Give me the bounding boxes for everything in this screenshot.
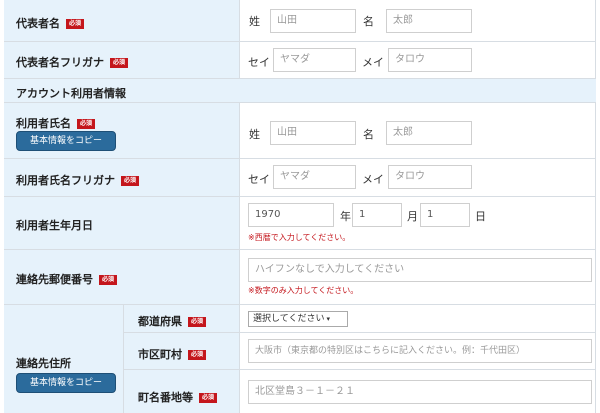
user-kana-mei-input[interactable]: タロウ [388, 165, 472, 189]
year-suffix: 年 [340, 210, 351, 223]
user-birthdate-row: 利用者生年月日 1970 年 1 月 1 日 ※西暦で入力してください。 [4, 197, 596, 250]
birthdate-label: 利用者生年月日 [16, 219, 93, 232]
birth-month-input[interactable]: 1 [352, 203, 402, 227]
representative-kana-row: 代表者名フリガナ 必須 セイ ヤマダ メイ タロウ [4, 42, 596, 79]
required-badge: 必須 [110, 58, 129, 68]
representative-kana-sei-input[interactable]: ヤマダ [273, 48, 356, 72]
sei-label: 姓 [249, 128, 260, 141]
city-row: 市区町村 必須 大阪市（東京都の特別区はこちらに記入ください。例：千代田区） [124, 333, 596, 370]
user-mei-input[interactable]: 太郎 [386, 121, 472, 145]
street-label: 町名番地等 [138, 391, 193, 404]
user-kana-label: 利用者氏名フリガナ [16, 174, 115, 187]
required-badge: 必須 [188, 350, 207, 360]
section-header: アカウント利用者情報 [4, 79, 596, 103]
kana-mei-label: メイ [362, 173, 384, 186]
sei-label: 姓 [249, 15, 260, 28]
birth-year-input[interactable]: 1970 [248, 203, 334, 227]
required-badge: 必須 [121, 176, 140, 186]
representative-sei-input[interactable]: 山田 [270, 9, 356, 33]
representative-name-row: 代表者名 必須 姓 山田 名 太郎 [4, 0, 596, 42]
user-name-row: 利用者氏名 必須 基本情報をコピー 姓 山田 名 太郎 [4, 103, 596, 159]
zip-note: ※数字のみ入力してください。 [248, 286, 359, 295]
city-input[interactable]: 大阪市（東京都の特別区はこちらに記入ください。例：千代田区） [248, 339, 592, 363]
required-badge: 必須 [199, 393, 218, 403]
birth-day-input[interactable]: 1 [420, 203, 470, 227]
month-suffix: 月 [407, 210, 418, 223]
zip-label: 連絡先郵便番号 [16, 273, 93, 286]
contact-zip-row: 連絡先郵便番号 必須 ハイフンなしで入力してください ※数字のみ入力してください。 [4, 250, 596, 305]
copy-basic-info-button[interactable]: 基本情報をコピー [16, 373, 116, 393]
required-badge: 必須 [66, 19, 85, 29]
day-suffix: 日 [475, 210, 486, 223]
address-label: 連絡先住所 [16, 357, 71, 370]
representative-name-label: 代表者名 [16, 17, 60, 30]
mei-label: 名 [363, 15, 374, 28]
kana-mei-label: メイ [362, 56, 384, 69]
representative-kana-label: 代表者名フリガナ [16, 56, 104, 69]
representative-kana-mei-input[interactable]: タロウ [388, 48, 472, 72]
pref-label: 都道府県 [138, 315, 182, 328]
chevron-down-icon: ▾ [326, 315, 330, 323]
zip-input[interactable]: ハイフンなしで入力してください [248, 258, 592, 282]
kana-sei-label: セイ [248, 56, 270, 69]
street-input[interactable]: 北区堂島３－１－２１ [248, 380, 592, 404]
contact-address-block: 連絡先住所 基本情報をコピー 都道府県 必須 選択してください ▾ 市区町村 必須 大… [4, 305, 596, 413]
representative-mei-input[interactable]: 太郎 [386, 9, 472, 33]
prefecture-select[interactable]: 選択してください ▾ [248, 311, 348, 327]
section-title: アカウント利用者情報 [16, 87, 126, 100]
kana-sei-label: セイ [248, 173, 270, 186]
user-sei-input[interactable]: 山田 [270, 121, 356, 145]
required-badge: 必須 [99, 275, 118, 285]
copy-basic-info-button[interactable]: 基本情報をコピー [16, 131, 116, 151]
pref-row: 都道府県 必須 選択してください ▾ [124, 305, 596, 333]
city-label: 市区町村 [138, 348, 182, 361]
user-name-label: 利用者氏名 [16, 117, 71, 130]
birthdate-note: ※西暦で入力してください。 [248, 233, 351, 242]
user-kana-row: 利用者氏名フリガナ 必須 セイ ヤマダ メイ タロウ [4, 159, 596, 197]
user-kana-sei-input[interactable]: ヤマダ [273, 165, 356, 189]
required-badge: 必須 [77, 119, 96, 129]
required-badge: 必須 [188, 317, 207, 327]
mei-label: 名 [363, 128, 374, 141]
street-row: 町名番地等 必須 北区堂島３－１－２１ [124, 370, 596, 413]
